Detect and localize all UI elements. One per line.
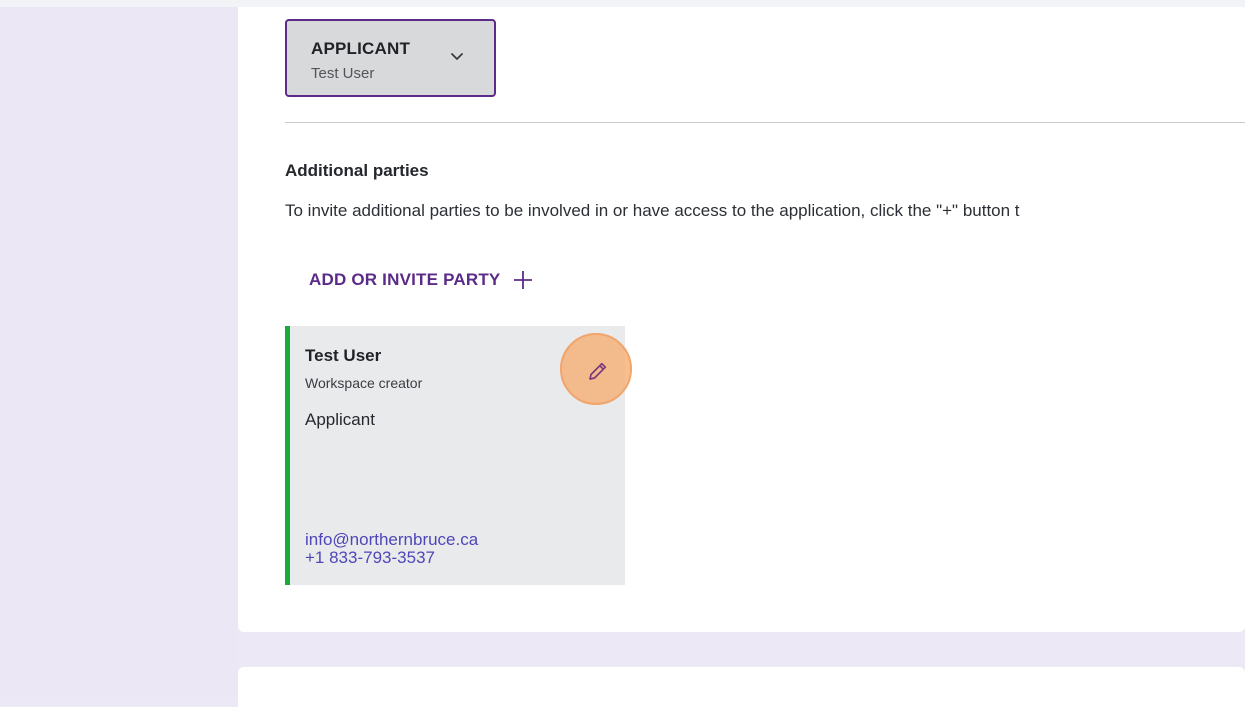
next-section-panel <box>238 667 1245 707</box>
divider <box>285 122 1245 123</box>
plus-icon <box>514 271 533 289</box>
party-email-link[interactable]: info@northernbruce.ca <box>305 531 478 549</box>
role-selector-subtitle: Test User <box>311 65 375 82</box>
edit-party-button[interactable] <box>560 333 632 405</box>
add-or-invite-party-button[interactable]: ADD OR INVITE PARTY <box>309 267 534 293</box>
party-name: Test User <box>305 346 382 365</box>
party-role: Applicant <box>305 410 375 429</box>
role-selector[interactable]: APPLICANT Test User <box>285 19 496 97</box>
add-party-label: ADD OR INVITE PARTY <box>309 270 501 289</box>
chevron-down-icon <box>451 53 463 60</box>
party-card: Test User Workspace creator Applicant in… <box>285 326 632 585</box>
parties-panel: APPLICANT Test User Additional parties T… <box>238 7 1245 632</box>
section-description: To invite additional parties to be invol… <box>285 201 1020 220</box>
role-selector-title: APPLICANT <box>311 39 411 58</box>
pencil-icon <box>589 362 607 380</box>
party-note: Workspace creator <box>305 375 423 391</box>
section-heading: Additional parties <box>285 161 429 180</box>
top-strip <box>0 0 1245 7</box>
party-phone-link[interactable]: +1 833-793-3537 <box>305 549 435 567</box>
left-sidebar <box>0 7 238 695</box>
